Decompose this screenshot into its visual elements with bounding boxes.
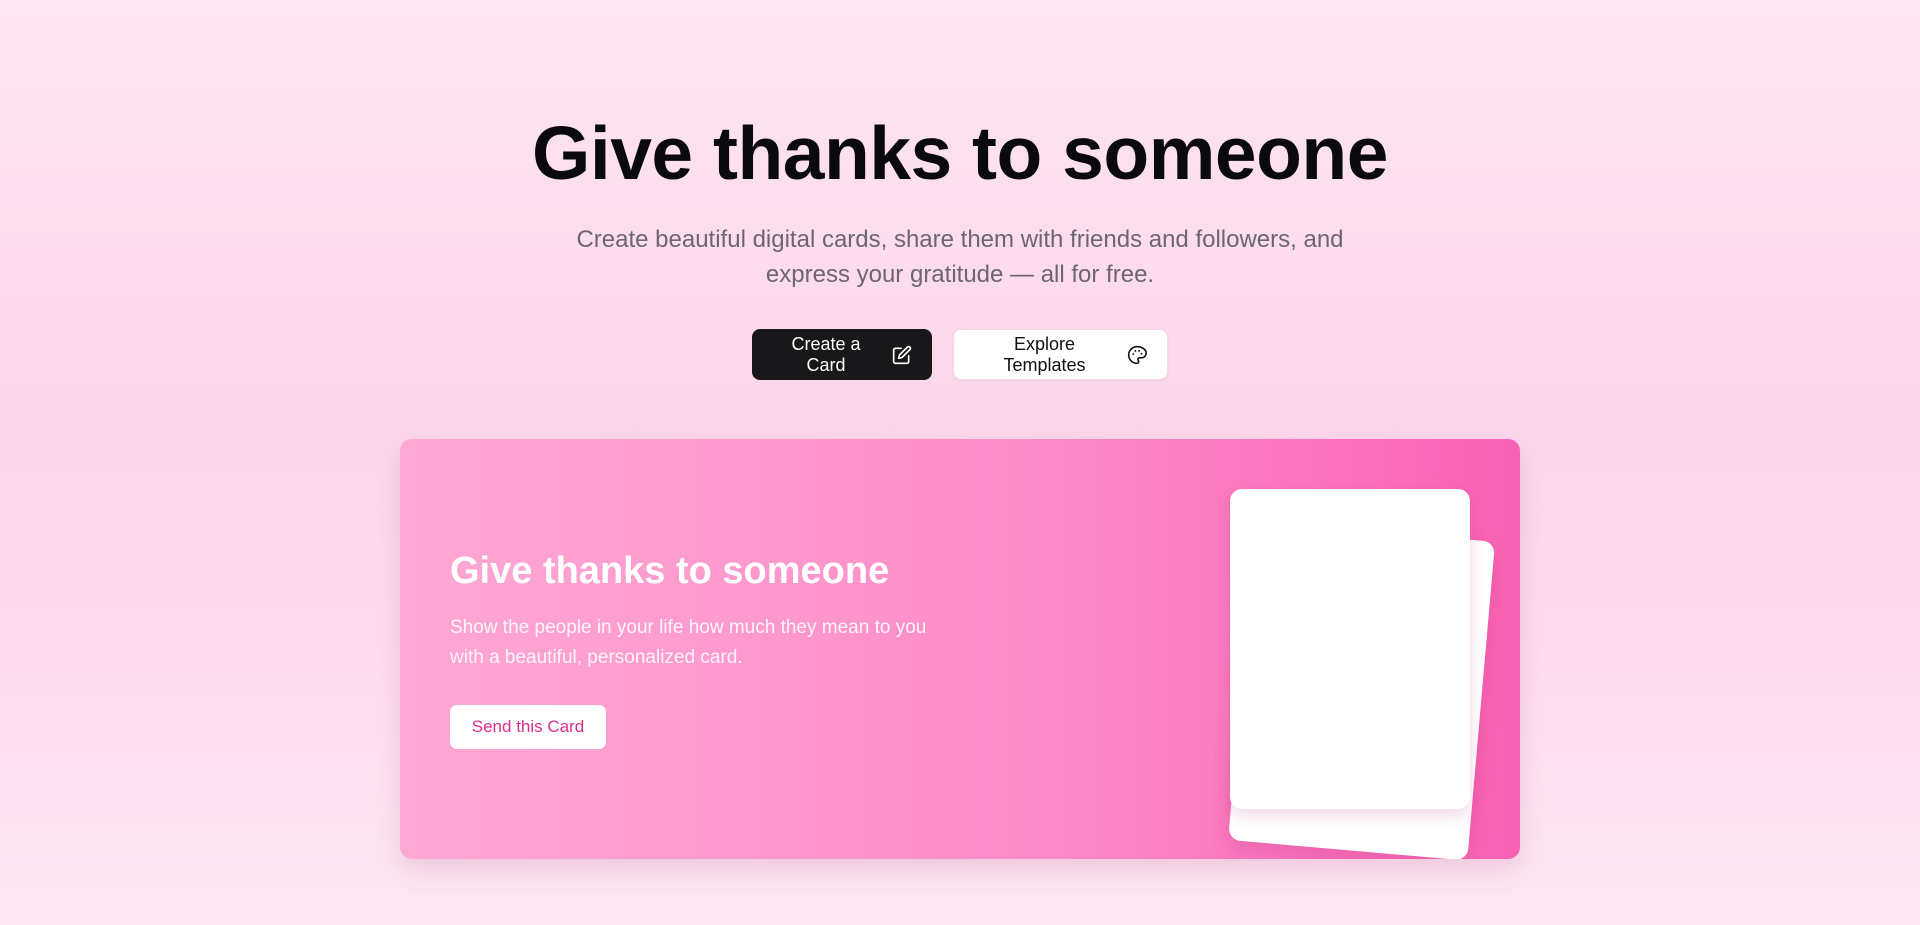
card-preview-front: [1230, 489, 1470, 809]
feature-card-title: Give thanks to someone: [450, 550, 890, 592]
hero-subtitle: Create beautiful digital cards, share th…: [576, 226, 1344, 288]
create-card-label: Create a Card: [791, 333, 861, 375]
cta-row: Create a Card Explore Templates: [0, 329, 1920, 380]
feature-card: Give thanks to someone Show the people i…: [400, 439, 1520, 859]
page-title: Give thanks to someone: [532, 111, 1388, 195]
feature-card-description: Show the people in your life how much th…: [450, 617, 927, 668]
explore-templates-label: Explore Templates: [1003, 333, 1086, 375]
card-preview-stack: [1228, 489, 1500, 859]
palette-icon: [1127, 345, 1147, 365]
create-card-button[interactable]: Create a Card: [752, 329, 932, 380]
edit-icon: [892, 345, 912, 365]
send-card-button[interactable]: Send this Card: [450, 705, 606, 749]
explore-templates-button[interactable]: Explore Templates: [953, 329, 1168, 380]
